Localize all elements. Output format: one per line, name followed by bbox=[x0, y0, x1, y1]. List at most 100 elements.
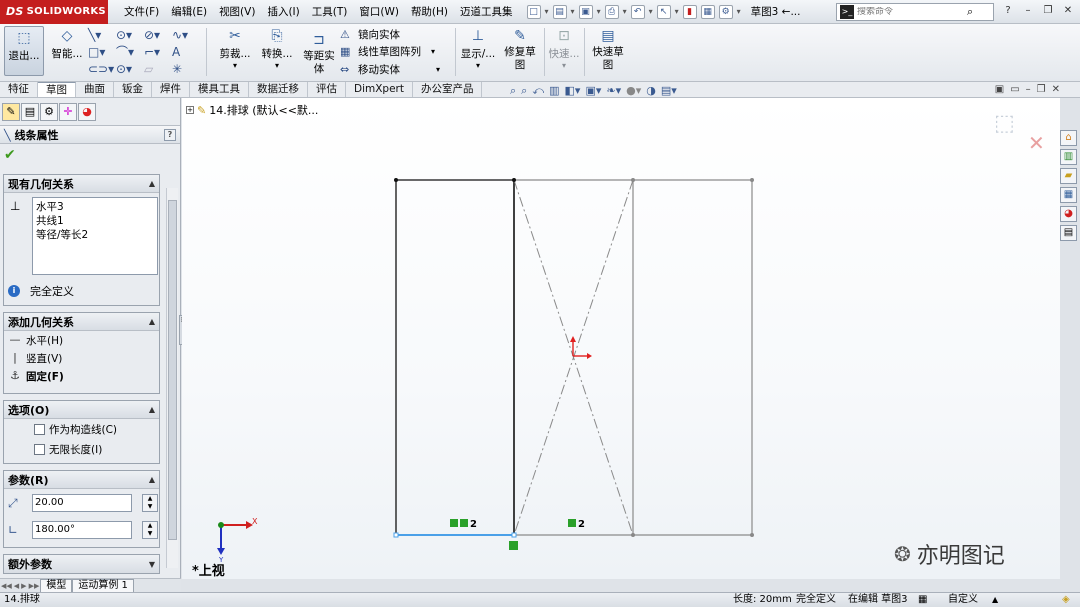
print-icon[interactable]: ⎙ bbox=[604, 4, 619, 19]
minimize-icon[interactable]: – bbox=[1020, 3, 1036, 19]
chevron-down-icon[interactable]: ▾ bbox=[545, 7, 549, 16]
chevron-down-icon[interactable]: ▾ bbox=[546, 61, 582, 70]
save-icon[interactable]: ▣ bbox=[578, 4, 593, 19]
chevron-down-icon[interactable]: ▾ bbox=[623, 7, 627, 16]
horizontal-relation-marker-icon[interactable] bbox=[450, 519, 458, 527]
restore-icon[interactable]: ❐ bbox=[1037, 84, 1046, 95]
display-manager-icon[interactable]: ◕ bbox=[78, 102, 96, 121]
linear-pattern-button[interactable]: ▦ 线性草图阵列 ▾ bbox=[340, 44, 435, 59]
view-palette-icon[interactable]: ▦ bbox=[1060, 187, 1077, 203]
offset-entities-button[interactable]: ⊐ 等距实 体 bbox=[300, 32, 338, 76]
display-style-icon[interactable]: ▣▾ bbox=[585, 84, 601, 98]
repair-sketch-button[interactable]: ✎ 修复草 图 bbox=[500, 28, 540, 72]
help-button[interactable]: ? bbox=[164, 128, 176, 141]
infinite-length-checkbox[interactable]: 无限长度(I) bbox=[4, 439, 159, 459]
undo-icon[interactable]: ↶ bbox=[630, 4, 645, 19]
hide-show-icon[interactable]: ❧▾ bbox=[606, 84, 621, 98]
slot-tool-icon[interactable]: ⊂⊃▾ bbox=[88, 60, 116, 77]
graphics-area[interactable]: + ✎ 14.排球 (默认<<默... 2 2 X Y ⬚ ✕ *上视 ❂ 亦明… bbox=[182, 98, 1060, 579]
new-document-icon[interactable]: □ bbox=[526, 4, 541, 19]
coincident-relation-marker-icon[interactable] bbox=[509, 541, 518, 550]
exit-sketch-button[interactable]: ⬚ 退出... bbox=[4, 26, 44, 76]
circle-tool-icon[interactable]: ⊙▾ bbox=[116, 26, 144, 43]
tab-mold-tools[interactable]: 模具工具 bbox=[190, 82, 249, 97]
tab-data-migration[interactable]: 数据迁移 bbox=[249, 82, 308, 97]
text-tool-icon[interactable]: A bbox=[172, 43, 200, 60]
prev-tab-icon[interactable]: ◀ bbox=[14, 582, 19, 590]
sketch-point[interactable] bbox=[750, 178, 754, 182]
zoom-to-fit-icon[interactable]: ⌕ bbox=[510, 84, 516, 98]
sketch-point[interactable] bbox=[512, 178, 516, 182]
quick-snaps-button[interactable]: ⊡ 快速... ▾ bbox=[546, 28, 582, 70]
checkbox[interactable] bbox=[34, 423, 45, 435]
spline-tool-icon[interactable]: ⊘▾ bbox=[144, 26, 172, 43]
tab-office-products[interactable]: 办公室产品 bbox=[413, 82, 483, 97]
list-item[interactable]: 共线1 bbox=[36, 214, 154, 228]
tile-icon[interactable]: ▣ bbox=[995, 84, 1004, 95]
close-icon[interactable]: ✕ bbox=[1052, 84, 1060, 95]
ok-check-icon[interactable]: ✔ bbox=[4, 147, 16, 163]
chevron-down-icon[interactable]: ▾ bbox=[431, 47, 435, 56]
rebuild-status-icon[interactable]: ◈ bbox=[1062, 593, 1070, 607]
options-header[interactable]: 选项(O) ▲ bbox=[4, 401, 159, 419]
chevron-up-icon[interactable]: ▲ bbox=[992, 593, 998, 607]
display-delete-relations-button[interactable]: ⊥ 显示/... ▾ bbox=[458, 28, 498, 70]
close-icon[interactable]: ✕ bbox=[1060, 3, 1076, 19]
minimize-icon[interactable]: – bbox=[1026, 84, 1031, 95]
dimxpert-manager-icon[interactable]: ✛ bbox=[59, 102, 77, 121]
sketch-status-icon[interactable]: ▦ bbox=[918, 593, 927, 607]
checkbox[interactable] bbox=[34, 443, 45, 455]
menu-view[interactable]: 视图(V) bbox=[213, 0, 261, 24]
point-tool-icon[interactable]: ✳ bbox=[172, 60, 200, 77]
angle-spinner[interactable]: ▲ ▼ bbox=[142, 520, 158, 539]
menu-help[interactable]: 帮助(H) bbox=[405, 0, 454, 24]
menu-file[interactable]: 文件(F) bbox=[118, 0, 165, 24]
existing-relations-list[interactable]: 水平3 共线1 等径/等长2 bbox=[32, 197, 158, 275]
restore-icon[interactable]: ❐ bbox=[1040, 3, 1056, 19]
fillet-tool-icon[interactable]: ⌐▾ bbox=[144, 43, 172, 60]
relation-vertical[interactable]: | 竖直(V) bbox=[4, 349, 159, 367]
rapid-sketch-button[interactable]: ▤ 快速草 图 bbox=[588, 28, 628, 72]
equal-relation-marker-icon[interactable] bbox=[460, 519, 468, 527]
cancel-sketch-icon[interactable]: ✕ bbox=[1028, 131, 1045, 155]
plane-tool-icon[interactable]: ▱ bbox=[144, 60, 172, 77]
collapse-icon[interactable]: ▲ bbox=[149, 317, 155, 326]
previous-view-icon[interactable]: ⤺ bbox=[532, 84, 544, 98]
line-tool-icon[interactable]: ╲▾ bbox=[88, 26, 116, 43]
construction-checkbox[interactable]: 作为构造线(C) bbox=[4, 419, 159, 439]
length-spinner[interactable]: ▲ ▼ bbox=[142, 493, 158, 512]
relation-fix[interactable]: ⚓ 固定(F) bbox=[4, 367, 159, 385]
home-icon[interactable]: ⌂ bbox=[1060, 130, 1077, 146]
mirror-entities-button[interactable]: ⚠ 镜向实体 bbox=[340, 27, 400, 42]
tab-model[interactable]: 模型 bbox=[40, 578, 73, 593]
design-library-icon[interactable]: ▥ bbox=[1060, 149, 1077, 165]
command-search-box[interactable]: >_ ⌕ bbox=[836, 3, 994, 21]
feature-manager-icon[interactable]: ✎ bbox=[2, 102, 20, 121]
expand-icon[interactable]: ▼ bbox=[149, 560, 155, 569]
menu-edit[interactable]: 编辑(E) bbox=[165, 0, 213, 24]
relation-horizontal[interactable]: — 水平(H) bbox=[4, 331, 159, 349]
list-item[interactable]: 等径/等长2 bbox=[36, 228, 154, 242]
collapse-icon[interactable]: ▲ bbox=[149, 179, 155, 188]
zoom-area-icon[interactable]: ⌕ bbox=[521, 84, 527, 98]
scene-icon[interactable]: ◑ bbox=[646, 84, 656, 98]
endpoint-handle[interactable] bbox=[393, 532, 399, 538]
tab-features[interactable]: 特征 bbox=[0, 82, 38, 97]
collapse-icon[interactable]: ▲ bbox=[149, 475, 155, 484]
rebuild-icon[interactable]: ▮ bbox=[682, 4, 697, 19]
options-gear-icon[interactable]: ⚙ bbox=[718, 4, 733, 19]
existing-relations-header[interactable]: 现有几何关系 ▲ bbox=[4, 175, 159, 193]
property-manager-icon[interactable]: ▤ bbox=[21, 102, 39, 121]
select-arrow-icon[interactable]: ↖ bbox=[656, 4, 671, 19]
status-units[interactable]: 自定义 bbox=[948, 593, 978, 607]
search-input[interactable] bbox=[857, 7, 967, 17]
tab-weldments[interactable]: 焊件 bbox=[152, 82, 190, 97]
curve-tool-icon[interactable]: ∿▾ bbox=[172, 26, 200, 43]
parameters-header[interactable]: 参数(R) ▲ bbox=[4, 471, 159, 489]
chevron-down-icon[interactable]: ▾ bbox=[571, 7, 575, 16]
view-orientation-icon[interactable]: ◧▾ bbox=[565, 84, 581, 98]
extra-params-header[interactable]: 额外参数 ▼ bbox=[4, 555, 159, 573]
chevron-down-icon[interactable]: ▾ bbox=[737, 7, 741, 16]
list-item[interactable]: 水平3 bbox=[36, 200, 154, 214]
convert-entities-button[interactable]: ⎘ 转换... ▾ bbox=[258, 28, 296, 70]
